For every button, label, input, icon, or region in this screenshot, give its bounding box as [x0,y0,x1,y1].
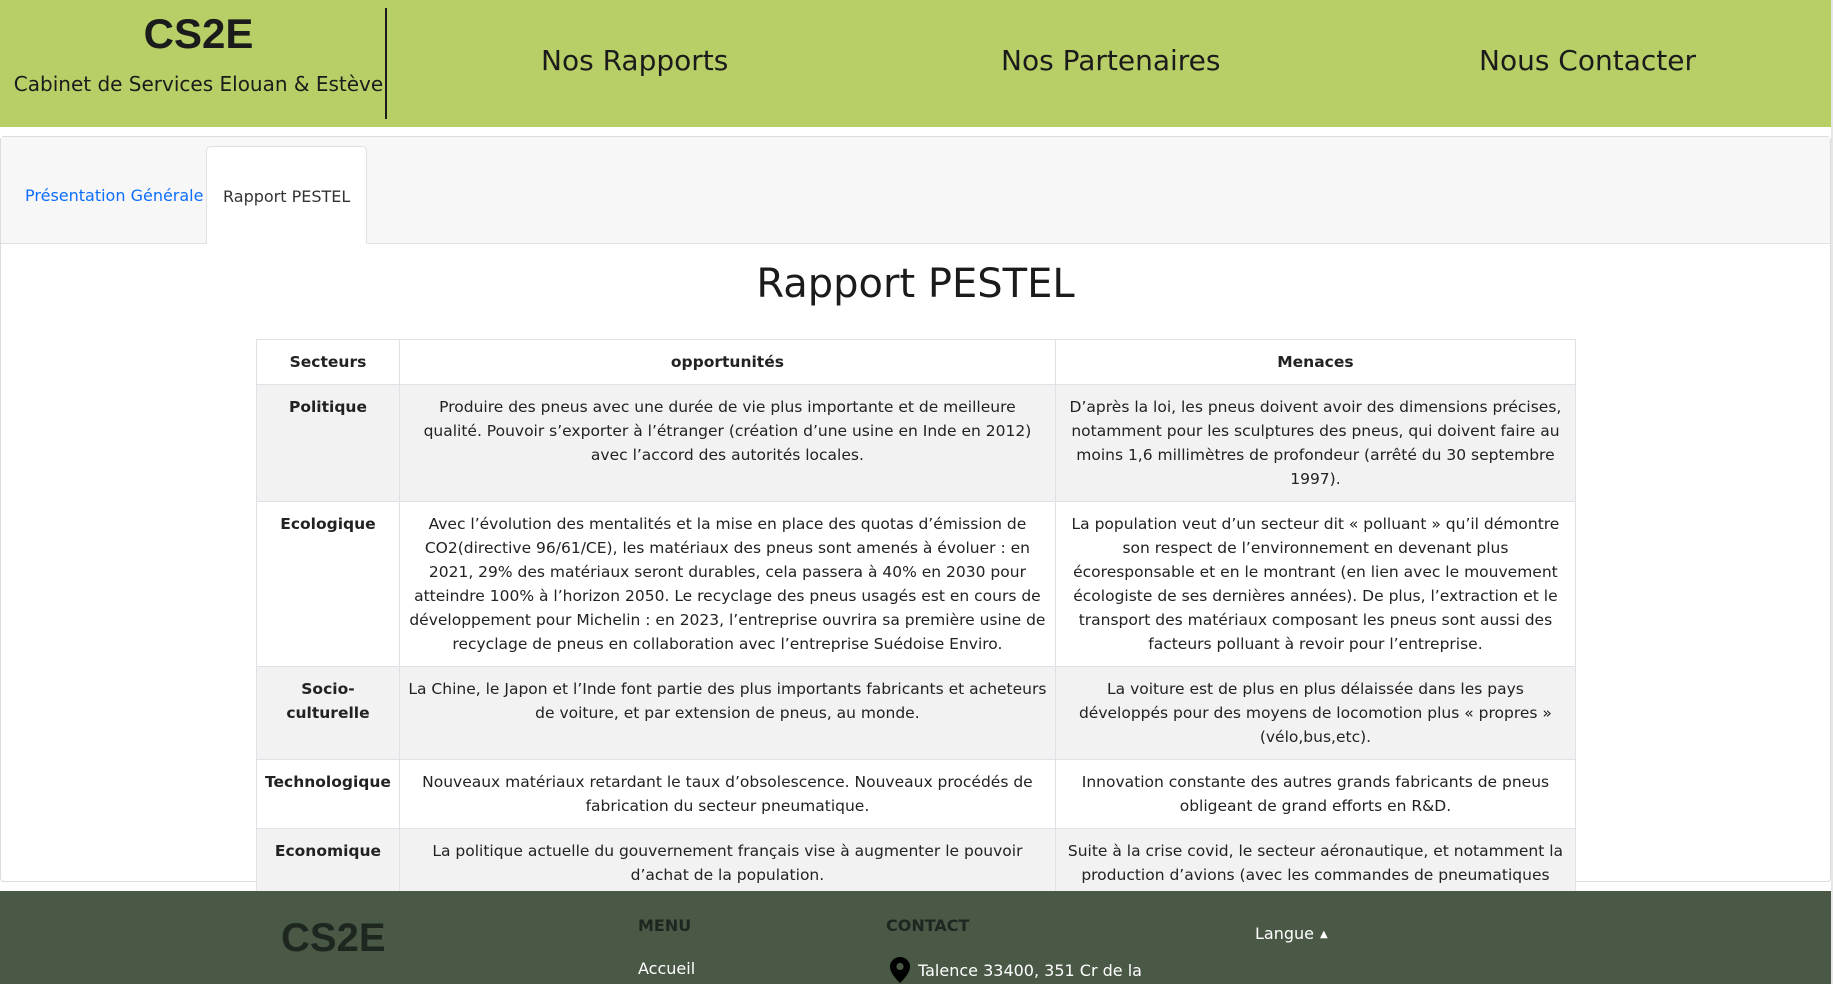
site-footer: CS2E MENU Accueil CONTACT Talence 33400,… [0,891,1831,984]
pestel-table-container: Secteurs opportunités Menaces Politique … [256,339,1577,922]
tab-presentation-generale[interactable]: Présentation Générale [9,146,219,245]
footer-contact-heading: CONTACT [886,916,970,935]
opportunity-cell: Produire des pneus avec une durée de vie… [398,384,1056,502]
column-header-menaces: Menaces [1054,339,1577,385]
language-dropdown[interactable]: Langue ▲ [1255,924,1328,943]
table-row: Politique Produire des pneus avec une du… [256,384,1577,502]
nav-link-rapports[interactable]: Nos Rapports [541,44,728,77]
table-row: Ecologique Avec l’évolution des mentalit… [256,501,1577,667]
sector-cell: Politique [256,384,400,502]
threat-cell: Innovation constante des autres grands f… [1054,759,1577,829]
header-divider [385,8,387,119]
footer-contact-address: Talence 33400, 351 Cr de la [890,957,1142,983]
pestel-table: Secteurs opportunités Menaces Politique … [256,339,1577,922]
table-row: Socio-culturelle La Chine, le Japon et l… [256,666,1577,760]
threat-cell: La population veut d’un secteur dit « po… [1054,501,1577,667]
brand-subtitle: Cabinet de Services Elouan & Estève [13,72,384,96]
footer-brand: CS2E [281,916,386,960]
content-card: Présentation Générale Rapport PESTEL Rap… [0,136,1831,922]
sector-cell: Technologique [256,759,400,829]
threat-cell: D’après la loi, les pneus doivent avoir … [1054,384,1577,502]
nav-link-partenaires[interactable]: Nos Partenaires [1001,44,1220,77]
sector-cell: Socio-culturelle [256,666,400,760]
opportunity-cell: Avec l’évolution des mentalités et la mi… [398,501,1056,667]
footer-menu-heading: MENU [638,916,692,935]
page-title: Rapport PESTEL [756,261,1075,307]
opportunity-cell: Nouveaux matériaux retardant le taux d’o… [398,759,1056,829]
tab-bar: Présentation Générale Rapport PESTEL [1,137,1830,244]
caret-up-icon: ▲ [1320,929,1328,940]
footer-link-accueil[interactable]: Accueil [638,959,695,978]
sector-cell: Ecologique [256,501,400,667]
tab-rapport-pestel[interactable]: Rapport PESTEL [206,146,368,244]
brand-block[interactable]: CS2E Cabinet de Services Elouan & Estève [0,0,387,127]
nav-link-contact[interactable]: Nous Contacter [1479,44,1696,77]
map-pin-icon [890,957,910,983]
threat-cell: La voiture est de plus en plus délaissée… [1054,666,1577,760]
brand-title: CS2E [143,10,254,57]
language-label: Langue [1255,924,1314,943]
table-row: Technologique Nouveaux matériaux retarda… [256,759,1577,829]
opportunity-cell: La Chine, le Japon et l’Inde font partie… [398,666,1056,760]
site-header: CS2E Cabinet de Services Elouan & Estève… [0,0,1831,127]
table-header-row: Secteurs opportunités Menaces [256,339,1577,385]
column-header-opportunites: opportunités [398,339,1056,385]
column-header-secteurs: Secteurs [256,339,400,385]
contact-address-text: Talence 33400, 351 Cr de la [918,960,1142,980]
